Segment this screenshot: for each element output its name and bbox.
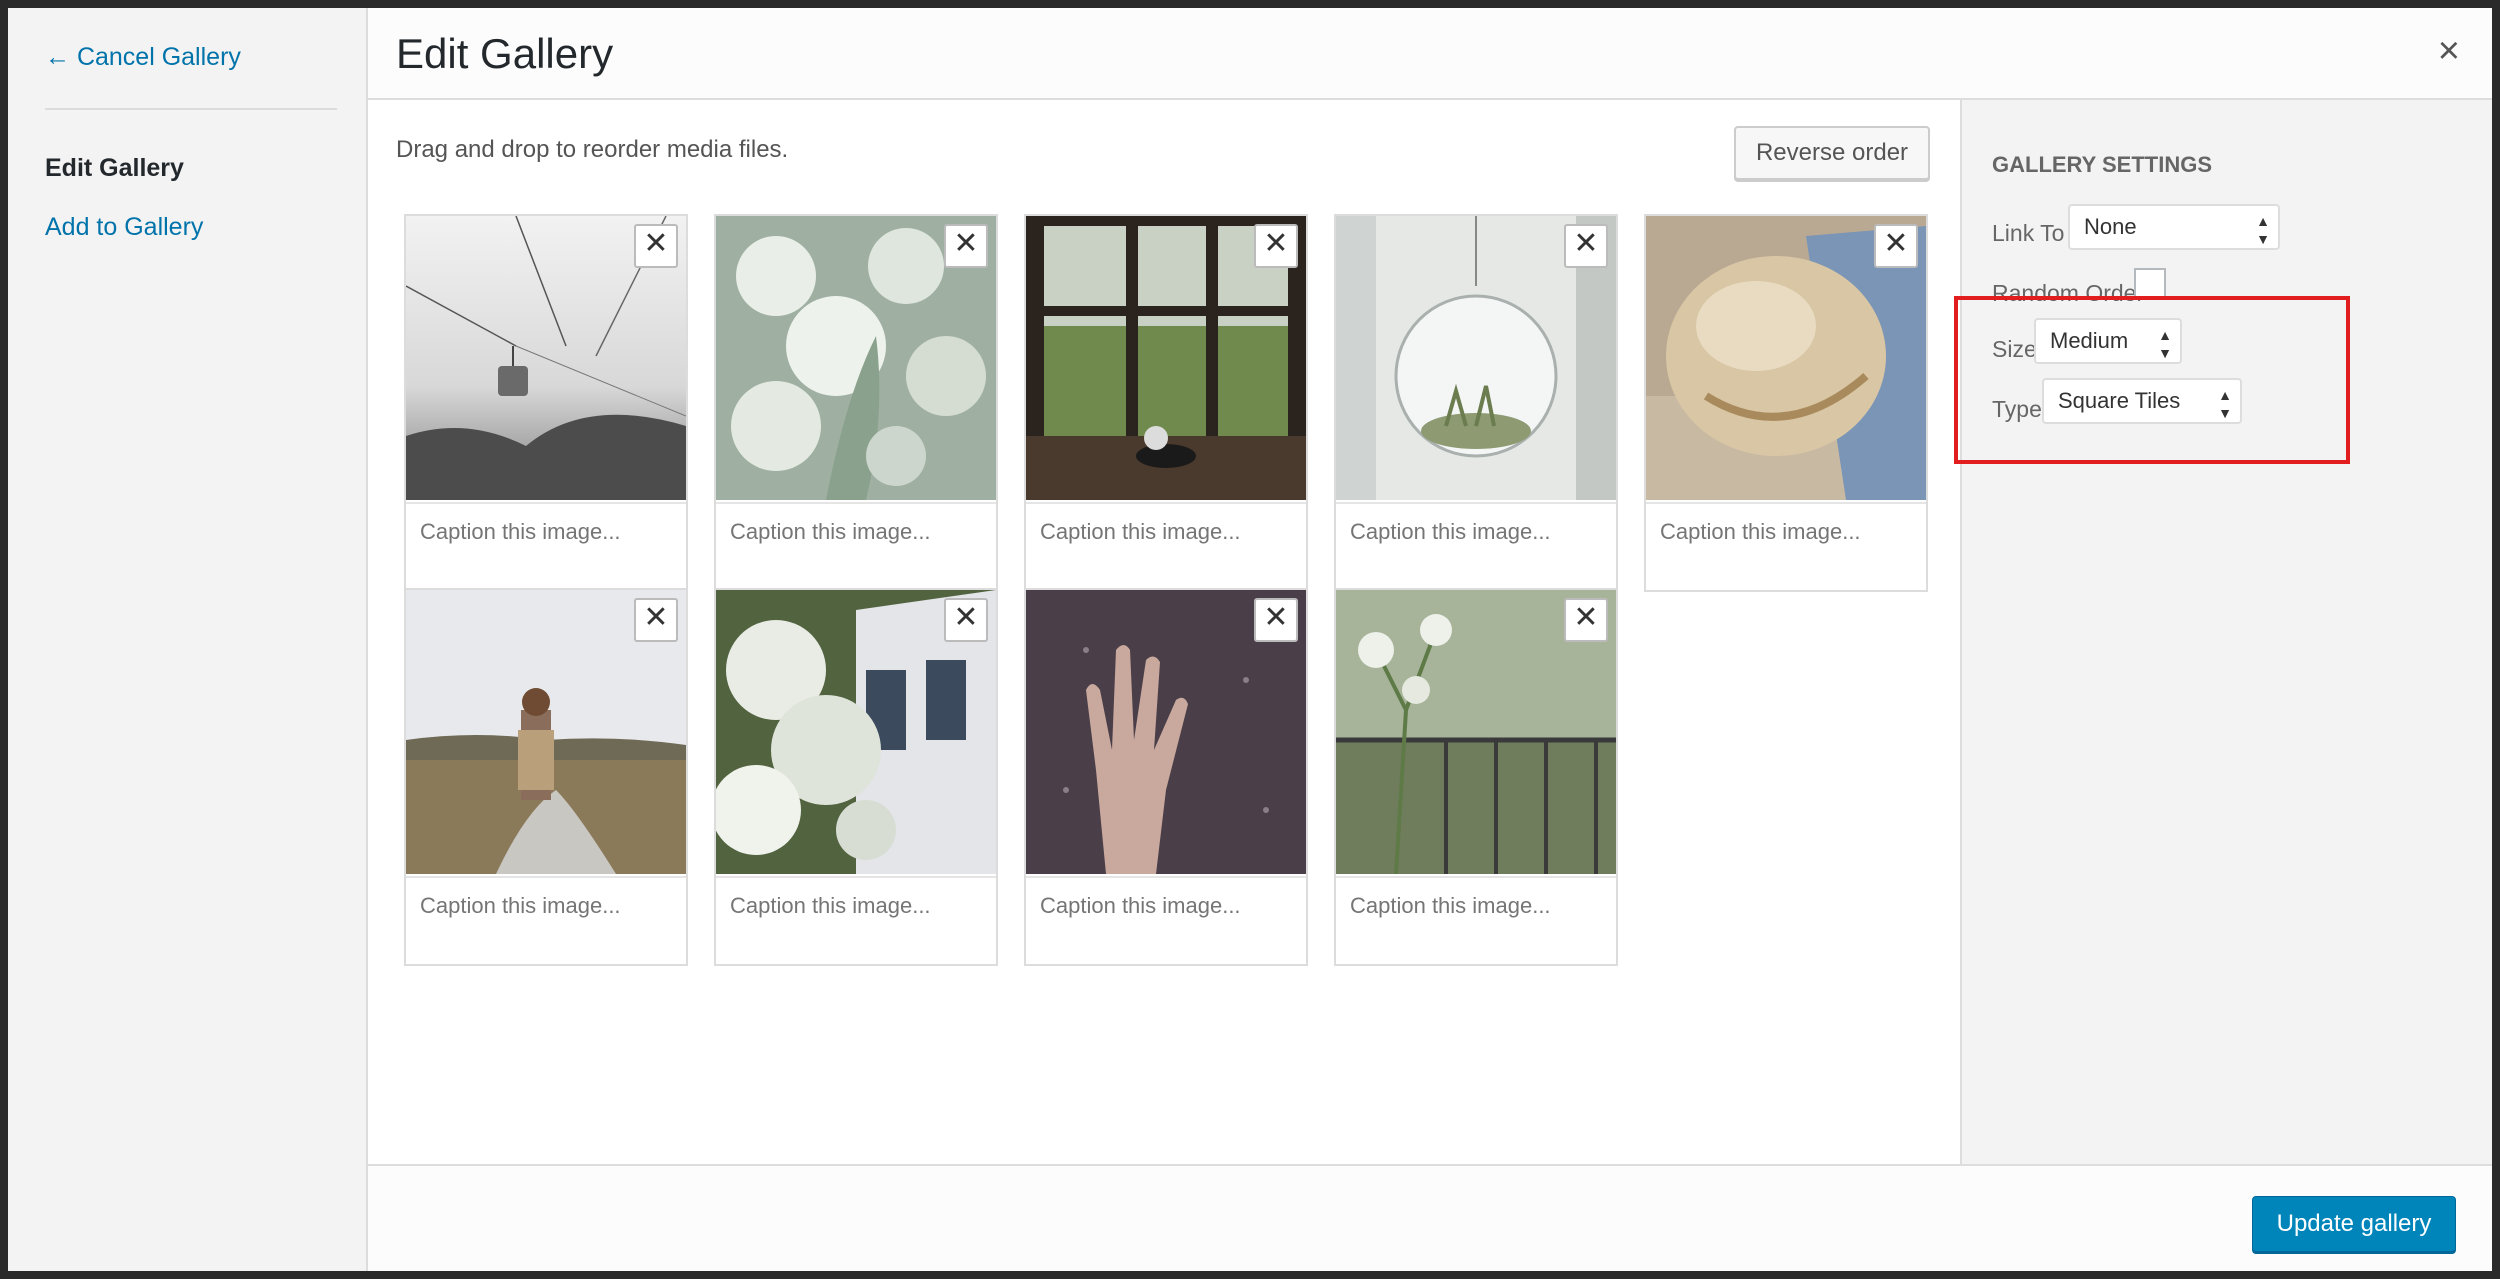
caption-input[interactable] — [1336, 876, 1616, 934]
menu-separator — [45, 108, 337, 110]
link-to-select[interactable]: None ▲ ▼ — [2068, 204, 2280, 250]
caption-input[interactable] — [1336, 502, 1616, 560]
caption-input[interactable] — [1646, 502, 1926, 560]
gallery-settings-heading: GALLERY SETTINGS — [1992, 152, 2213, 177]
caption-input[interactable] — [406, 502, 686, 560]
media-menu: ← Cancel Gallery Edit Gallery Add to Gal… — [8, 8, 368, 1271]
caption-input[interactable] — [406, 876, 686, 934]
remove-icon[interactable]: ✕ — [944, 224, 988, 268]
link-to-value: None — [2084, 214, 2137, 239]
caption-input[interactable] — [716, 876, 996, 934]
cancel-gallery-link[interactable]: ← Cancel Gallery — [45, 43, 241, 72]
remove-icon[interactable]: ✕ — [1874, 224, 1918, 268]
menu-item-add-to-gallery[interactable]: Add to Gallery — [45, 213, 203, 242]
gallery-item[interactable]: ✕ — [1334, 588, 1618, 966]
menu-item-edit-gallery[interactable]: Edit Gallery — [45, 154, 184, 183]
update-gallery-button[interactable]: Update gallery — [2252, 1196, 2456, 1252]
remove-icon[interactable]: ✕ — [1564, 598, 1608, 642]
annotation-highlight-box — [1954, 296, 2350, 464]
caption-input[interactable] — [1026, 876, 1306, 934]
link-to-label: Link To — [1992, 220, 2065, 246]
gallery-item[interactable]: ✕ — [1334, 214, 1618, 592]
select-arrows-icon: ▲ ▼ — [2256, 213, 2270, 247]
gallery-item[interactable]: ✕ — [714, 588, 998, 966]
remove-icon[interactable]: ✕ — [1254, 598, 1298, 642]
gallery-item[interactable]: ✕ — [404, 588, 688, 966]
remove-icon[interactable]: ✕ — [1564, 224, 1608, 268]
gallery-settings-panel: GALLERY SETTINGS Link To None ▲ ▼ Random … — [1960, 100, 2492, 1164]
gallery-item[interactable]: ✕ — [1024, 214, 1308, 592]
gallery-item[interactable]: ✕ — [404, 214, 688, 592]
remove-icon[interactable]: ✕ — [634, 598, 678, 642]
close-icon[interactable]: × — [2438, 32, 2460, 70]
gallery-item[interactable]: ✕ — [714, 214, 998, 592]
gallery-item[interactable]: ✕ — [1644, 214, 1928, 592]
modal-title-bar: Edit Gallery × — [368, 8, 2492, 100]
caption-input[interactable] — [716, 502, 996, 560]
gallery-content: Drag and drop to reorder media files. Re… — [368, 100, 1960, 1164]
gallery-item[interactable]: ✕ — [1024, 588, 1308, 966]
reorder-hint: Drag and drop to reorder media files. — [396, 136, 789, 163]
remove-icon[interactable]: ✕ — [944, 598, 988, 642]
remove-icon[interactable]: ✕ — [1254, 224, 1298, 268]
remove-icon[interactable]: ✕ — [634, 224, 678, 268]
caption-input[interactable] — [1026, 502, 1306, 560]
media-modal: ← Cancel Gallery Edit Gallery Add to Gal… — [8, 8, 2492, 1271]
reverse-order-button[interactable]: Reverse order — [1734, 126, 1930, 180]
modal-toolbar: Update gallery — [368, 1164, 2492, 1271]
page-title: Edit Gallery — [396, 30, 614, 77]
